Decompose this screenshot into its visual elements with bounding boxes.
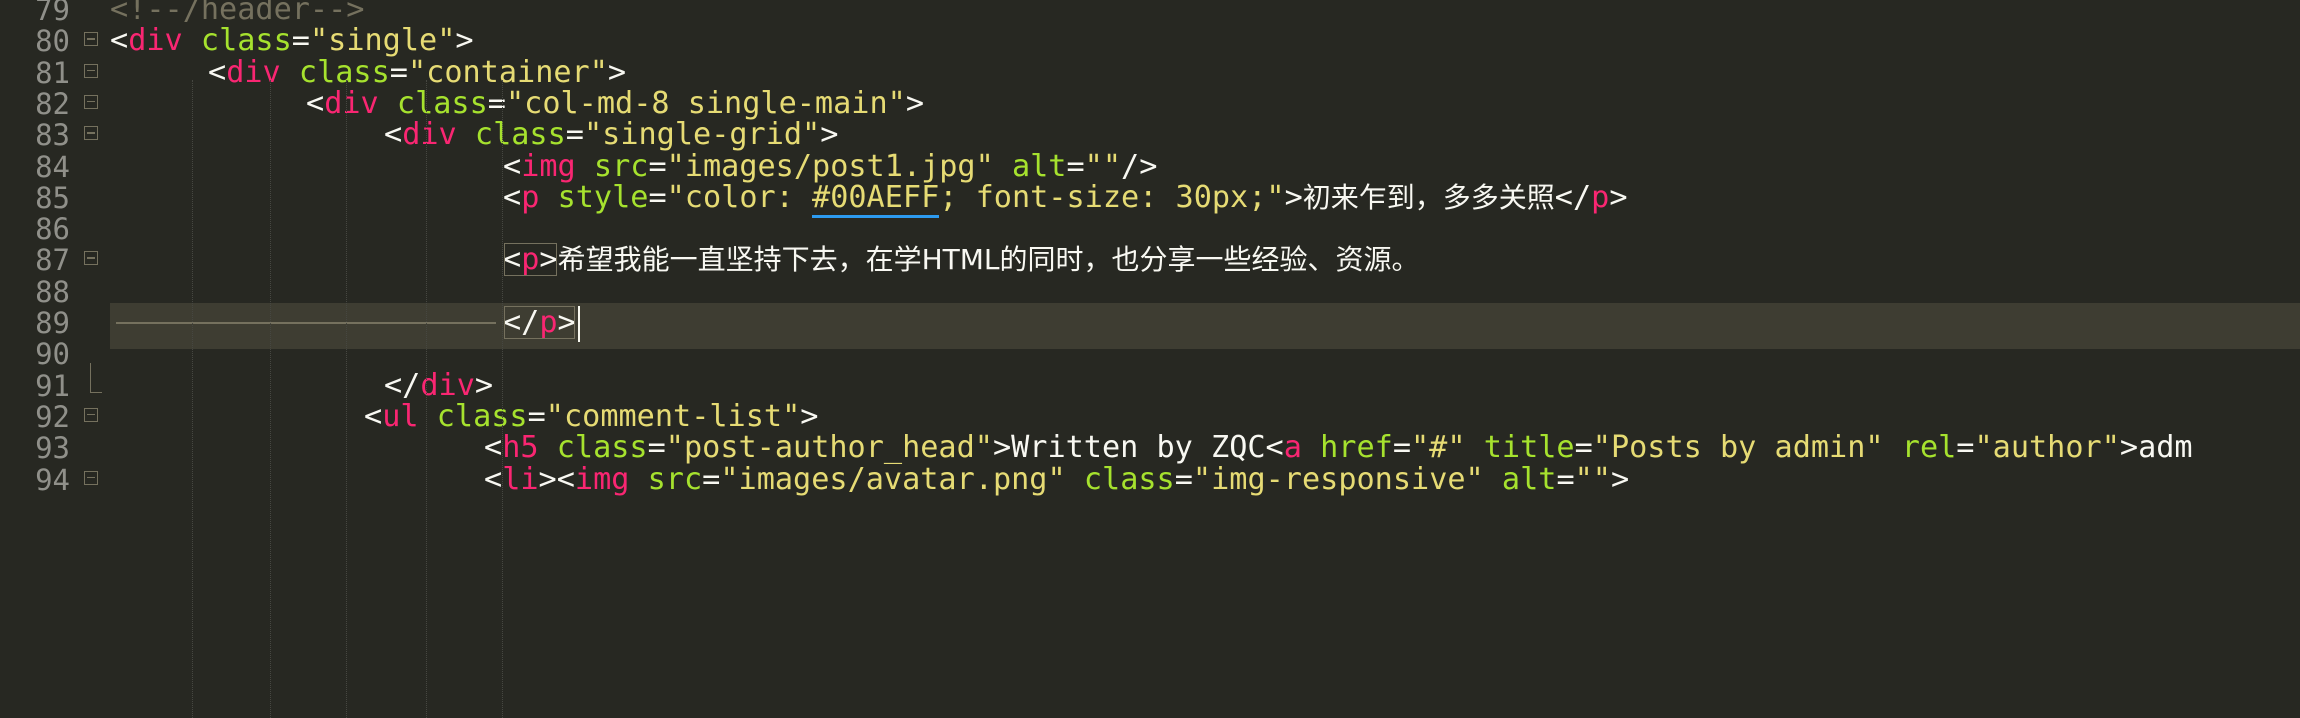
fold-open-icon[interactable]: [84, 126, 98, 141]
fold-open-icon[interactable]: [84, 251, 98, 266]
tag-name: img: [574, 461, 630, 497]
code-editor[interactable]: 79 <!--/header--> 80 <div class="single"> 81…: [0, 0, 2300, 718]
fold-open-icon[interactable]: [84, 94, 98, 109]
indent-guide: [502, 80, 503, 718]
punctuation: ><: [538, 461, 575, 497]
fold-open-icon[interactable]: [84, 32, 98, 47]
tag-name: li: [502, 461, 539, 497]
fold-open-icon[interactable]: [84, 470, 98, 485]
punctuation: =: [702, 461, 721, 497]
code-line[interactable]: 94 <li><img src="images/avatar.png" class…: [0, 457, 2300, 503]
attribute-name: alt: [1501, 461, 1557, 497]
punctuation: [1484, 462, 1502, 497]
indent-guide: [346, 80, 347, 718]
line-number: 94: [35, 462, 70, 497]
punctuation: >: [1610, 461, 1630, 497]
fold-open-icon[interactable]: [84, 63, 98, 78]
attribute-value: "images/avatar.png": [720, 461, 1066, 497]
attribute-value: "": [1574, 461, 1611, 497]
indent-whitespace-marker: [116, 322, 496, 324]
indent-guide: [192, 80, 193, 718]
fold-end-icon: [90, 362, 102, 393]
punctuation: =: [1174, 461, 1193, 497]
fold-open-icon[interactable]: [84, 407, 98, 422]
attribute-name: class: [1083, 461, 1175, 497]
punctuation: [629, 462, 647, 497]
attribute-name: src: [647, 461, 703, 497]
attribute-value: "img-responsive": [1192, 461, 1484, 497]
punctuation: =: [1556, 461, 1575, 497]
punctuation: [1066, 462, 1084, 497]
code-text: <li><img src="images/avatar.png" class="…: [484, 457, 1629, 503]
punctuation: <: [484, 461, 503, 497]
indent-guide: [270, 80, 271, 718]
indent-guide: [426, 80, 427, 718]
